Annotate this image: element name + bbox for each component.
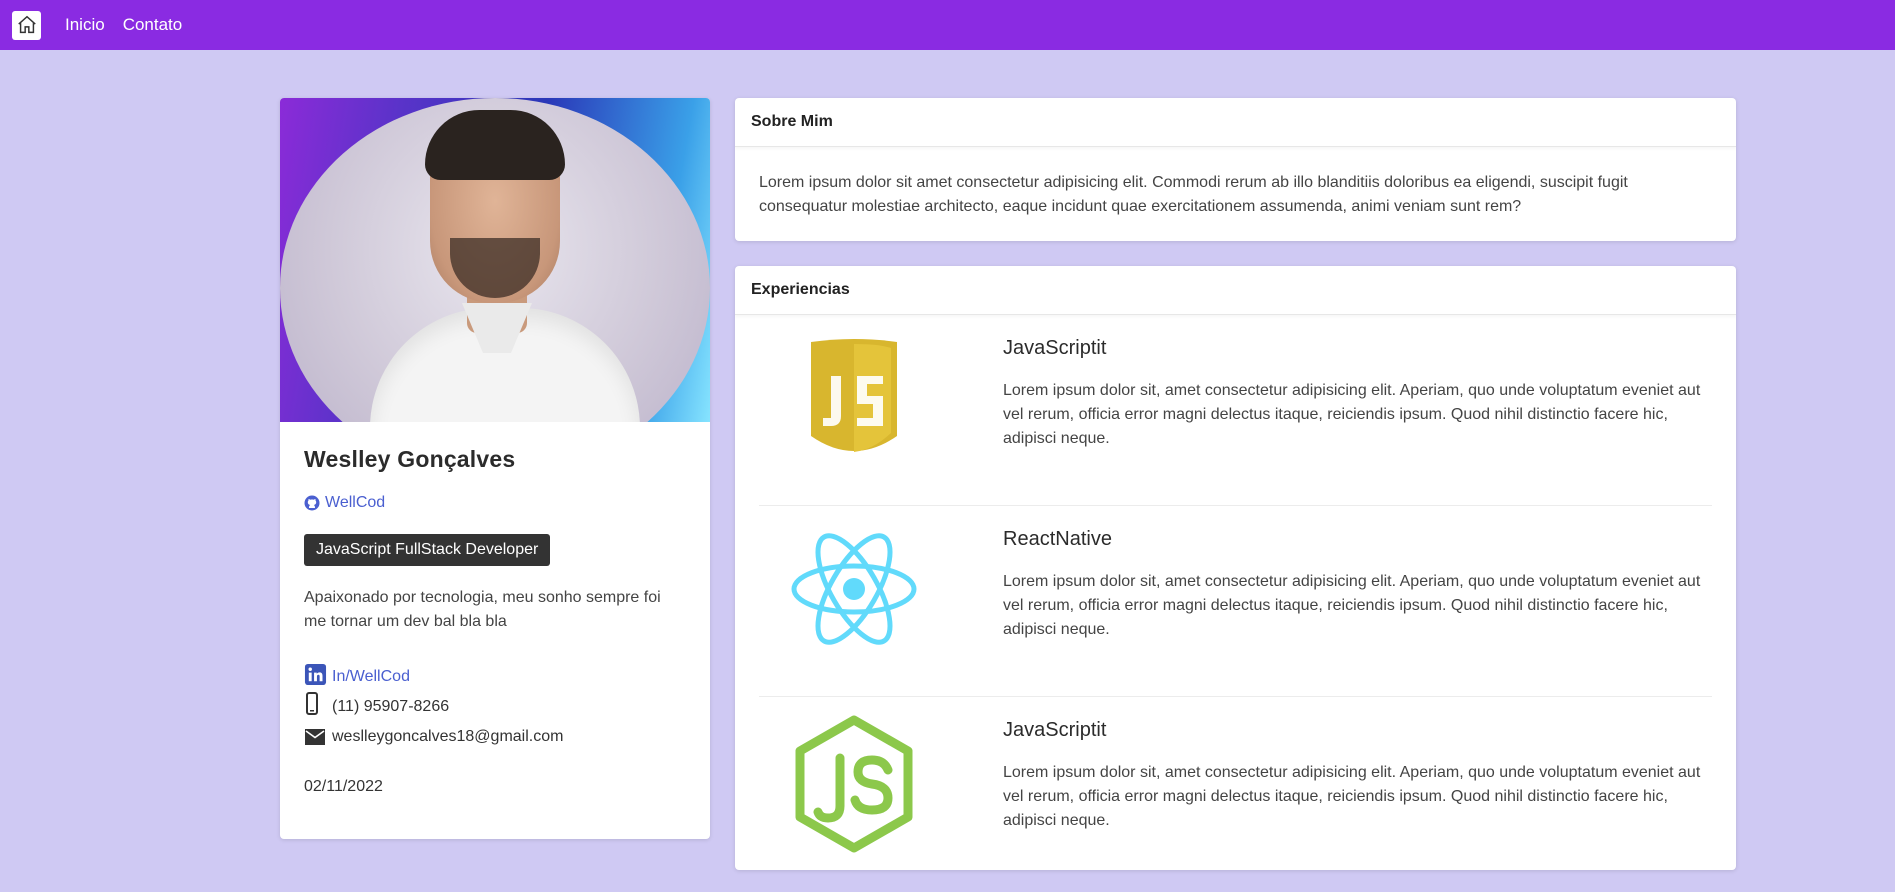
profile-card: Weslley Gonçalves WellCod JavaScript Ful… — [280, 98, 710, 839]
experience-title: ReactNative — [1003, 528, 1112, 550]
contact-list: In/WellCod (11) 95907-8266 weslleygoncal… — [304, 656, 686, 746]
linkedin-row: In/WellCod — [304, 656, 686, 686]
profile-name: Weslley Gonçalves — [304, 446, 516, 472]
experience-description: Lorem ipsum dolor sit, amet consectetur … — [1003, 764, 1701, 829]
experience-item: ReactNative Lorem ipsum dolor sit, amet … — [759, 506, 1712, 697]
github-icon — [304, 495, 320, 511]
phone-row: (11) 95907-8266 — [304, 686, 686, 716]
mail-icon — [305, 729, 325, 745]
phone-number: (11) 95907-8266 — [332, 698, 450, 715]
nodejs-logo-icon — [795, 715, 913, 853]
home-icon — [17, 15, 36, 34]
experience-card-header: Experiencias — [735, 266, 1736, 315]
experience-description: Lorem ipsum dolor sit, amet consectetur … — [1003, 573, 1701, 638]
experience-title: JavaScriptit — [1003, 719, 1107, 741]
profile-date: 02/11/2022 — [304, 778, 383, 795]
react-logo-icon — [791, 533, 917, 645]
experience-item: JavaScriptit Lorem ipsum dolor sit, amet… — [759, 315, 1712, 506]
nav-link-inicio[interactable]: Inicio — [65, 15, 105, 35]
about-card: Sobre Mim Lorem ipsum dolor sit amet con… — [735, 98, 1736, 241]
experience-item: JavaScriptit Lorem ipsum dolor sit, amet… — [759, 697, 1712, 870]
about-card-header: Sobre Mim — [735, 98, 1736, 147]
experience-title: JavaScriptit — [1003, 337, 1107, 359]
about-text: Lorem ipsum dolor sit amet consectetur a… — [759, 174, 1628, 215]
email-address: weslleygoncalves18@gmail.com — [332, 728, 564, 745]
profile-bio: Apaixonado por tecnologia, meu sonho sem… — [304, 589, 661, 630]
role-badge: JavaScript FullStack Developer — [304, 534, 551, 566]
phone-icon — [306, 692, 318, 715]
linkedin-link[interactable]: In/WellCod — [332, 668, 410, 686]
github-label: WellCod — [325, 494, 386, 511]
experience-card: Experiencias JavaScriptit Lorem ipsum do… — [735, 266, 1736, 870]
github-link[interactable]: WellCod — [304, 494, 686, 512]
top-navbar: Inicio Contato — [0, 0, 1895, 50]
nav-link-contato[interactable]: Contato — [123, 15, 183, 35]
linkedin-icon — [304, 663, 327, 686]
experience-description: Lorem ipsum dolor sit, amet consectetur … — [1003, 382, 1701, 447]
javascript-logo-icon — [811, 339, 897, 452]
email-row: weslleygoncalves18@gmail.com — [304, 716, 686, 746]
home-button[interactable] — [12, 10, 41, 40]
profile-photo — [280, 98, 710, 422]
